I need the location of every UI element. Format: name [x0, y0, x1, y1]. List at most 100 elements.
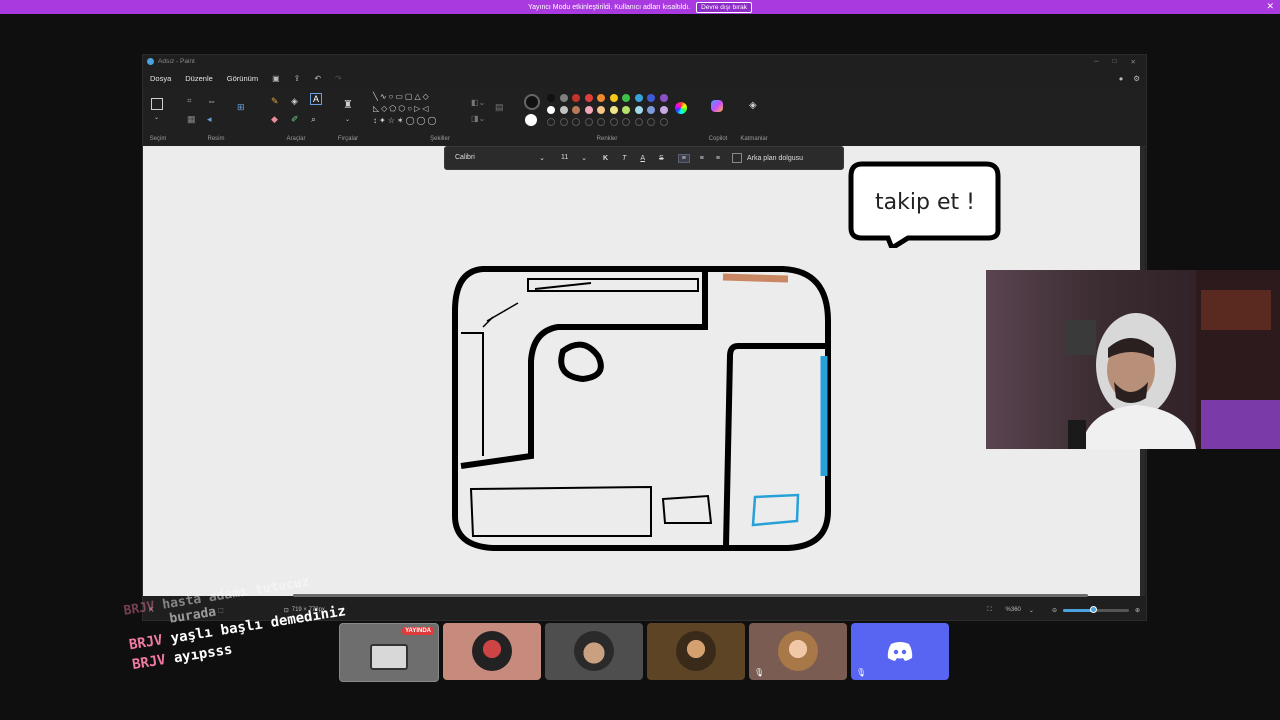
color-swatch[interactable]: [584, 94, 593, 102]
zoom-level[interactable]: %360: [1006, 607, 1021, 613]
group-label-brushes: Fırçalar: [337, 136, 359, 142]
color-swatch[interactable]: [622, 118, 630, 126]
color-picker-icon[interactable]: ✐: [291, 114, 299, 125]
menu-edit[interactable]: Düzenle: [185, 74, 213, 83]
undo-icon[interactable]: ↶: [314, 74, 321, 83]
underline-button[interactable]: A: [640, 155, 645, 162]
shapes-row3-icon[interactable]: ↕✦☆✶◯◯◯: [373, 116, 438, 125]
color-swatch[interactable]: [572, 94, 580, 102]
select-all-icon[interactable]: ▦: [187, 114, 196, 125]
color-swatch[interactable]: [609, 94, 618, 102]
color-swatch[interactable]: [609, 106, 618, 114]
chevron-down-icon[interactable]: ⌄: [345, 116, 350, 123]
color-swatch[interactable]: [659, 94, 668, 102]
menu-file[interactable]: Dosya: [150, 74, 171, 83]
align-right-icon[interactable]: ≡: [716, 155, 720, 162]
font-family-select[interactable]: Calibri ⌄: [455, 154, 545, 162]
eraser-icon[interactable]: ◆: [271, 114, 278, 125]
magnifier-icon[interactable]: ⌕: [311, 114, 316, 125]
participant-tile[interactable]: [443, 623, 541, 680]
color-swatch[interactable]: [572, 118, 580, 126]
maximize-icon[interactable]: □: [1113, 58, 1117, 66]
rotate-icon[interactable]: ◂: [207, 114, 212, 125]
zoom-in-icon[interactable]: ⊕: [1135, 607, 1140, 614]
participant-tile[interactable]: 🎙: [851, 623, 949, 680]
color-swatch[interactable]: [659, 106, 668, 114]
color-swatch[interactable]: [634, 106, 643, 114]
color-swatch[interactable]: [609, 118, 618, 126]
shape-outline-icon[interactable]: ◧⌄: [471, 98, 485, 107]
share-icon[interactable]: ⇪: [294, 74, 301, 83]
font-size-select[interactable]: 11 ⌄: [561, 154, 587, 162]
ribbon: ⌄ Seçim ⌗ ⇔ ⊞ ▦ ◂ Resim ✎ ◈ A ◆ ✐ ⌕ Araç…: [143, 88, 1146, 147]
color-swatch[interactable]: [647, 106, 655, 114]
participant-tile[interactable]: [647, 623, 745, 680]
color-swatch[interactable]: [584, 118, 593, 126]
color-swatch[interactable]: [559, 106, 568, 114]
color-swatch[interactable]: [559, 118, 568, 126]
background-fill-checkbox[interactable]: [731, 153, 742, 163]
color-swatch[interactable]: [622, 106, 630, 114]
shapes-row2-icon[interactable]: ◺◇⬠⬡○▷◁: [373, 104, 430, 113]
menu-view[interactable]: Görünüm: [227, 74, 258, 83]
color-swatch[interactable]: [597, 118, 605, 126]
screen-share-tile[interactable]: YAYINDA: [339, 623, 439, 682]
color-swatch[interactable]: [597, 94, 605, 102]
color-swatch[interactable]: [622, 94, 630, 102]
fit-to-window-icon[interactable]: ⛶: [987, 607, 991, 614]
color-swatch[interactable]: [647, 118, 655, 126]
zoom-out-icon[interactable]: ⊖: [1052, 607, 1057, 614]
edit-colors-icon[interactable]: [675, 102, 687, 114]
banner-close-icon[interactable]: ✕: [1266, 1, 1274, 12]
font-family-value: Calibri: [455, 154, 475, 161]
chevron-down-icon[interactable]: ⌄: [1029, 607, 1034, 614]
horizontal-scrollbar[interactable]: [293, 594, 1088, 597]
color-swatch[interactable]: [647, 94, 655, 102]
select-rectangle-icon[interactable]: [151, 98, 163, 110]
fill-icon[interactable]: ◈: [291, 96, 298, 107]
color-swatch[interactable]: [634, 94, 643, 102]
crop-icon[interactable]: ⌗: [187, 96, 192, 106]
shape-fill-icon[interactable]: ◨⌄: [471, 114, 485, 123]
color-swatch[interactable]: [597, 106, 605, 114]
color-swatch[interactable]: [584, 106, 593, 114]
image-resize-icon[interactable]: ⊞: [237, 102, 245, 113]
close-window-icon[interactable]: ✕: [1131, 58, 1136, 66]
participant-tile[interactable]: 🎙: [749, 623, 847, 680]
banner-text: Yayıncı Modu etkinleştirildi. Kullanıcı …: [528, 3, 691, 11]
redo-icon[interactable]: ↷: [335, 74, 342, 83]
account-icon[interactable]: ●: [1119, 74, 1124, 83]
bold-button[interactable]: K: [603, 155, 608, 162]
window-title: Adsız - Paint: [158, 58, 195, 65]
zoom-slider[interactable]: [1062, 605, 1129, 613]
secondary-color-swatch[interactable]: [525, 114, 537, 126]
color-swatch[interactable]: [634, 118, 643, 126]
chevron-down-icon[interactable]: ⌄: [154, 114, 159, 121]
text-tool-icon[interactable]: A: [310, 93, 323, 105]
copilot-icon[interactable]: [711, 100, 723, 112]
strikethrough-button[interactable]: S: [659, 155, 664, 162]
align-center-icon[interactable]: ≡: [700, 155, 704, 162]
color-swatch[interactable]: [572, 106, 580, 114]
color-swatch[interactable]: [547, 118, 555, 126]
shapes-row1-icon[interactable]: ╲∿○▭▢△◇: [373, 92, 431, 101]
italic-button[interactable]: T: [622, 155, 626, 162]
shape-style-icon[interactable]: ▤: [495, 102, 504, 113]
participant-tile[interactable]: [545, 623, 643, 680]
discord-logo-icon: [887, 642, 913, 661]
align-left-icon[interactable]: ≡: [677, 153, 690, 163]
minimize-icon[interactable]: ─: [1094, 58, 1099, 66]
disable-streamer-mode-button[interactable]: Devre dışı bırak: [696, 1, 752, 13]
color-swatch[interactable]: [547, 94, 555, 102]
color-swatch[interactable]: [659, 118, 668, 126]
color-swatch[interactable]: [559, 94, 568, 102]
color-swatch[interactable]: [547, 106, 555, 114]
pencil-icon[interactable]: ✎: [271, 96, 279, 107]
save-icon[interactable]: ▣: [272, 74, 280, 83]
brush-icon[interactable]: ♜: [343, 98, 353, 111]
resize-icon[interactable]: ⇔: [207, 96, 216, 106]
layers-icon[interactable]: ◈: [749, 100, 757, 111]
settings-icon[interactable]: ⚙: [1133, 74, 1140, 83]
primary-color-swatch[interactable]: [524, 94, 540, 110]
avatar: [574, 631, 614, 671]
